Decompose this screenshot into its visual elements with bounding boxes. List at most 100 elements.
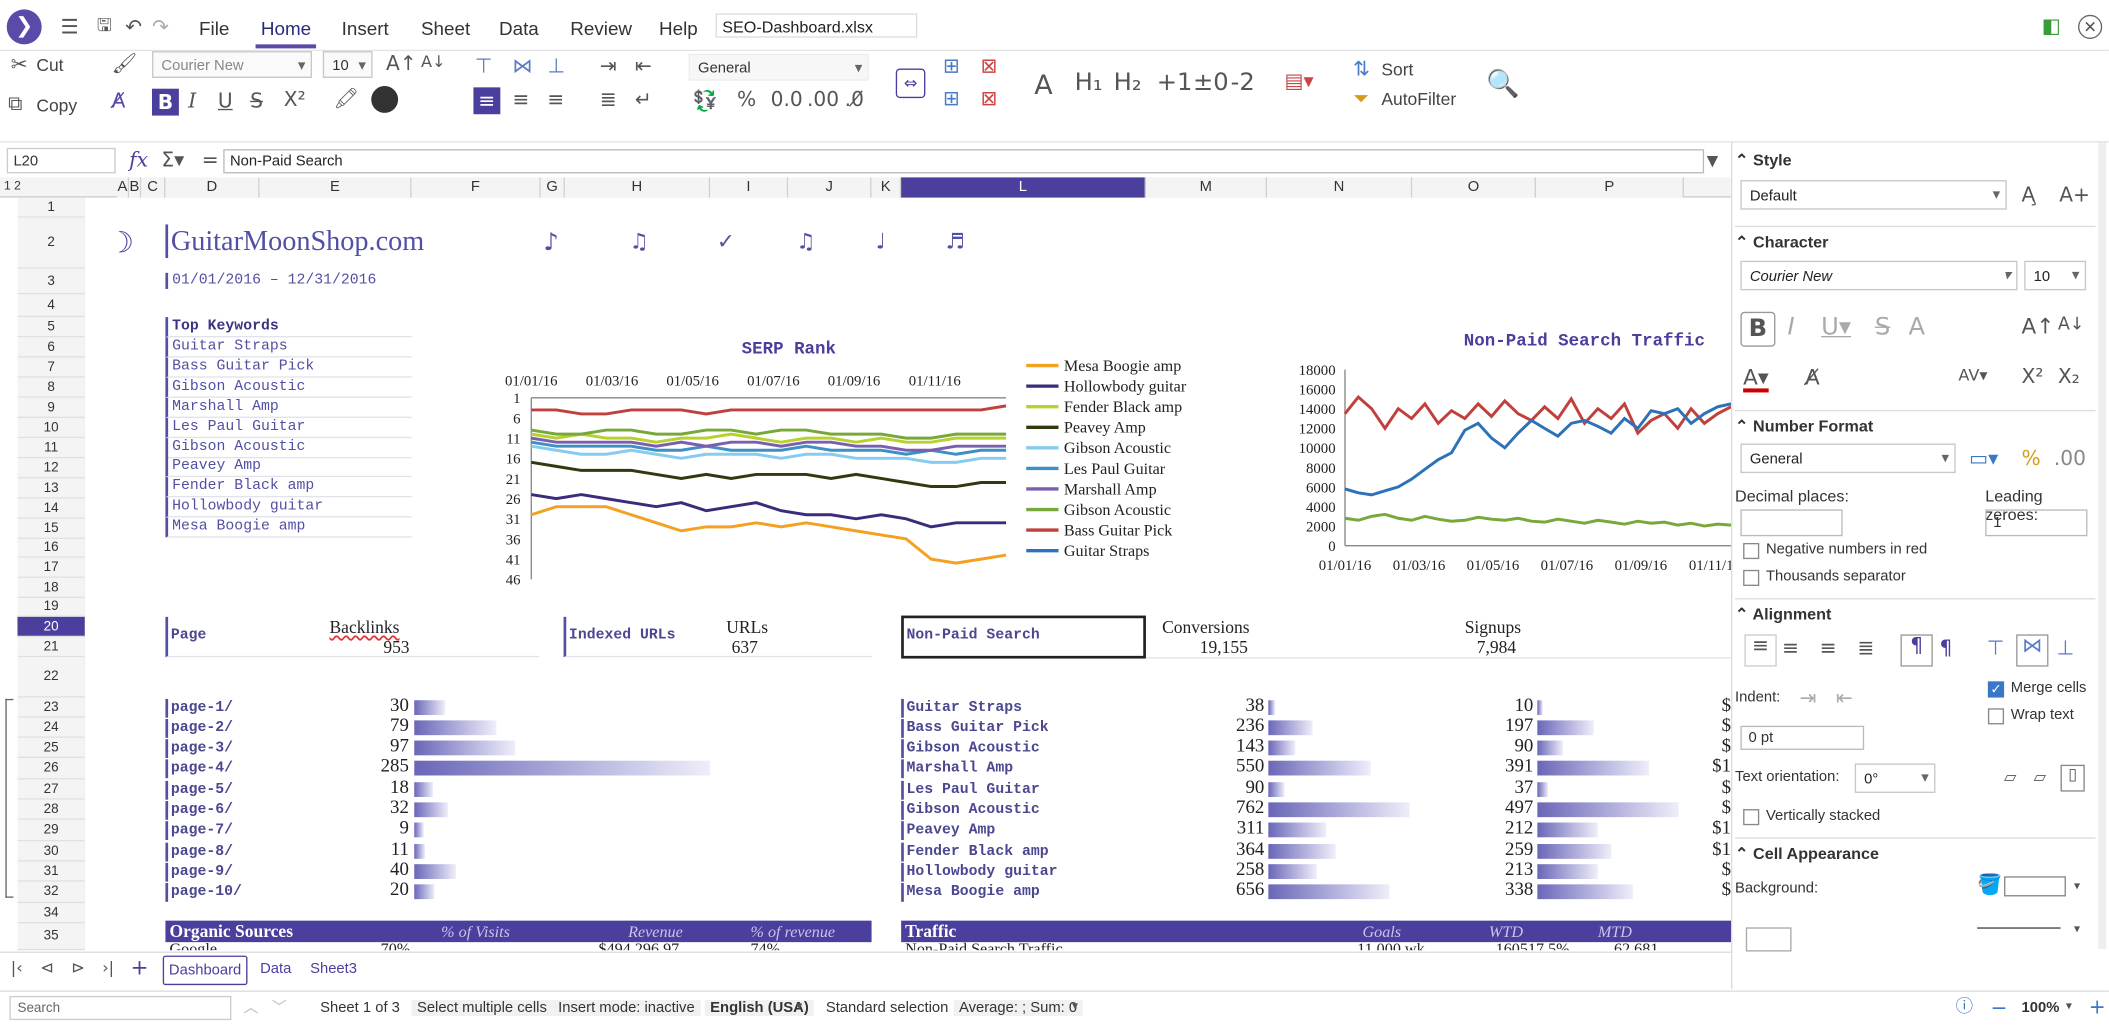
column-header[interactable]: O: [1412, 177, 1536, 198]
row-header[interactable]: 14: [17, 498, 85, 519]
row-header[interactable]: 28: [17, 799, 85, 820]
panel-valign-mid-icon[interactable]: ⋈: [2016, 634, 2049, 667]
info-icon[interactable]: ⓘ: [1956, 999, 1974, 1016]
row-header[interactable]: 15: [17, 518, 85, 539]
leading-zeroes-spinner[interactable]: 1: [1985, 509, 2088, 537]
close-icon[interactable]: ✕: [2078, 14, 2103, 39]
align-top-icon[interactable]: ⊤: [475, 56, 493, 76]
row-header[interactable]: 21: [17, 637, 85, 658]
row-header[interactable]: 9: [17, 397, 85, 418]
panel-currency-icon[interactable]: ▭▾: [1969, 448, 1998, 469]
decrease-indent-icon[interactable]: ⇤: [635, 56, 652, 76]
border-dropdown-icon[interactable]: ▾: [2074, 924, 2080, 937]
sort-button[interactable]: Sort: [1381, 59, 1413, 79]
zoom-level[interactable]: 100%: [2022, 1000, 2060, 1016]
row-header[interactable]: 25: [17, 737, 85, 759]
wrap-text-checkbox[interactable]: [1987, 708, 2005, 725]
panel-numfmt-dropdown[interactable]: General: [1740, 443, 1956, 474]
font-color-icon[interactable]: [371, 86, 399, 113]
autofilter-button[interactable]: AutoFilter: [1381, 89, 1456, 109]
panel-highlight-icon[interactable]: A̸: [1805, 366, 1820, 389]
column-header[interactable]: N: [1266, 177, 1413, 198]
style-section-header[interactable]: ⌃ Style: [1735, 145, 2095, 175]
row-header[interactable]: 18: [17, 577, 85, 599]
add-decimal-icon[interactable]: .00: [807, 89, 839, 110]
currency-icon[interactable]: 💱: [693, 91, 718, 111]
number-icon[interactable]: 0.0: [771, 89, 803, 110]
search-up-icon[interactable]: ︿: [243, 1000, 258, 1015]
column-header[interactable]: D: [165, 177, 260, 198]
character-section-header[interactable]: ⌃ Character: [1735, 225, 2096, 256]
column-header[interactable]: J: [788, 177, 872, 198]
number-format-dropdown[interactable]: General: [688, 53, 869, 81]
panel-size-dropdown[interactable]: 10: [2024, 260, 2087, 291]
grow-font-icon[interactable]: A↑: [386, 53, 417, 74]
neutral-style-icon[interactable]: ±0: [1193, 71, 1229, 95]
panel-shadow-icon[interactable]: A: [1909, 315, 1926, 340]
delete-rows-icon[interactable]: ⊠: [981, 56, 998, 76]
add-sheet-icon[interactable]: +: [130, 956, 148, 979]
column-header[interactable]: P: [1535, 177, 1684, 198]
status-select[interactable]: Select multiple cells: [411, 999, 553, 1017]
column-header[interactable]: E: [259, 177, 412, 198]
copy-button[interactable]: Copy: [36, 95, 77, 115]
column-header[interactable]: I: [710, 177, 789, 198]
first-sheet-icon[interactable]: |‹: [11, 960, 23, 976]
row-header[interactable]: 2: [17, 217, 85, 269]
filename-field[interactable]: SEO-Dashboard.xlsx: [715, 13, 918, 38]
row-header[interactable]: 3: [17, 268, 85, 295]
align-left-icon[interactable]: ≡: [473, 87, 501, 115]
panel-align-center-icon[interactable]: ≡: [1782, 638, 1799, 658]
menu-help[interactable]: Help: [659, 17, 698, 39]
row-header[interactable]: 31: [17, 861, 85, 882]
shrink-font-icon[interactable]: A↓: [421, 54, 446, 70]
row-header[interactable]: 10: [17, 417, 85, 439]
strikethrough-icon[interactable]: S: [250, 91, 263, 111]
background-color-swatch[interactable]: [2004, 876, 2066, 897]
column-header[interactable]: G: [540, 177, 565, 198]
language-dropdown-icon[interactable]: ▾: [796, 1001, 802, 1013]
negative-red-checkbox[interactable]: [1743, 542, 1760, 560]
menu-review[interactable]: Review: [570, 17, 632, 39]
zoom-in-icon[interactable]: +: [2089, 997, 2106, 1017]
redo-icon[interactable]: ↷: [152, 17, 169, 37]
search-down-icon[interactable]: ﹀: [272, 1000, 287, 1015]
row-header[interactable]: 17: [17, 557, 85, 578]
next-sheet-icon[interactable]: ⊳: [71, 960, 85, 976]
panel-align-left-icon[interactable]: ≡: [1744, 634, 1777, 667]
name-box[interactable]: L20: [6, 147, 116, 174]
panel-indent-inc-icon[interactable]: ⇥: [1800, 687, 1817, 708]
undo-icon[interactable]: ↶: [125, 17, 142, 37]
panel-valign-top-icon[interactable]: ⊤: [1987, 638, 2005, 658]
panel-font-dropdown[interactable]: Courier New: [1740, 260, 2018, 291]
italic-icon[interactable]: I: [188, 91, 196, 111]
zoom-dropdown-icon[interactable]: ▾: [2066, 1001, 2072, 1013]
panel-grow-icon[interactable]: A↑: [2022, 315, 2055, 338]
prev-sheet-icon[interactable]: ⊲: [40, 960, 54, 976]
insert-columns-icon[interactable]: ⊞: [943, 88, 960, 109]
indent-spinner[interactable]: 0 pt: [1740, 725, 1865, 750]
orientation-dropdown[interactable]: 0°: [1854, 763, 1936, 793]
row-header[interactable]: 8: [17, 377, 85, 398]
good-style-icon[interactable]: +1: [1157, 71, 1193, 95]
column-header[interactable]: A: [117, 177, 130, 198]
panel-justify-icon[interactable]: ≣: [1857, 638, 1874, 658]
row-header[interactable]: 4: [17, 294, 85, 318]
row-header[interactable]: 1: [17, 197, 85, 218]
remove-decimal-icon[interactable]: .0̸: [845, 89, 864, 110]
merge-cells-icon[interactable]: ⇔: [895, 68, 926, 99]
menu-data[interactable]: Data: [499, 17, 539, 39]
panel-subscript-icon[interactable]: X₂: [2058, 366, 2080, 387]
zoom-out-icon[interactable]: −: [1991, 998, 2008, 1019]
menu-insert[interactable]: Insert: [342, 17, 389, 39]
row-header[interactable]: 30: [17, 841, 85, 862]
sum-icon[interactable]: Σ▾: [161, 150, 184, 171]
align-center-icon[interactable]: ≡: [512, 89, 529, 110]
copy-icon[interactable]: ⧉: [8, 93, 22, 114]
column-header[interactable]: K: [871, 177, 902, 198]
bad-style-icon[interactable]: -2: [1231, 71, 1255, 95]
row-header[interactable]: 12: [17, 458, 85, 479]
column-header[interactable]: F: [411, 177, 541, 198]
justify-icon[interactable]: ≣: [600, 89, 617, 110]
alignment-section-header[interactable]: ⌃ Alignment: [1735, 598, 2096, 628]
